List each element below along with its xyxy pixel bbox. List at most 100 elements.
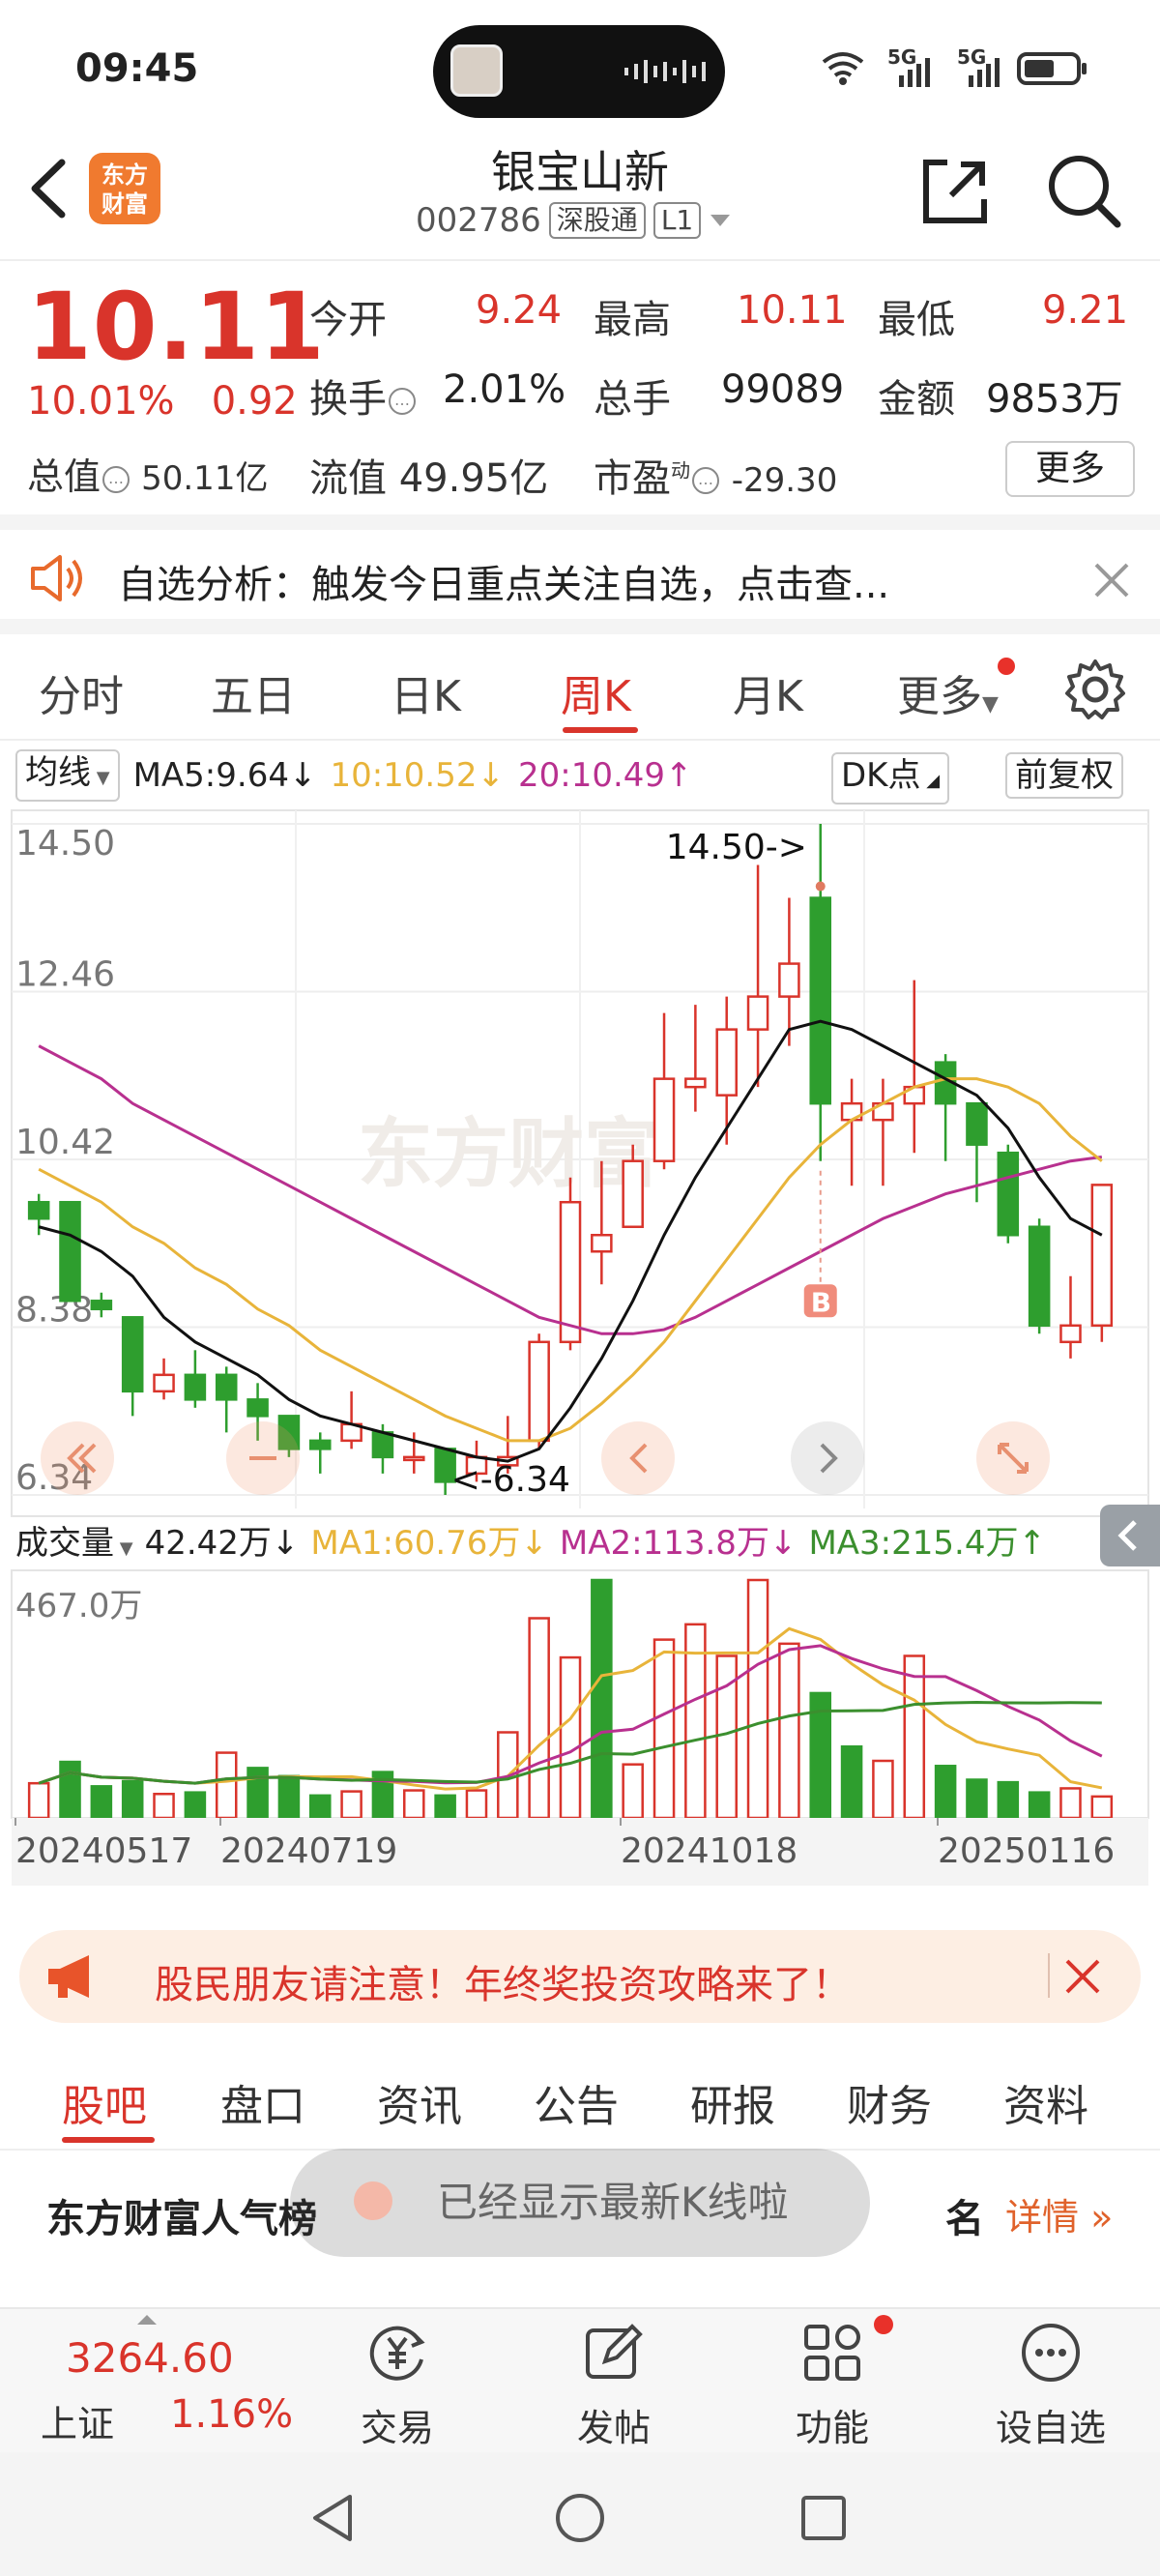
- index-name[interactable]: 上证: [41, 2394, 114, 2447]
- info-icon[interactable]: …: [692, 467, 719, 494]
- buy-marker-label: B: [811, 1286, 831, 1318]
- vma2-value: MA2:113.8万↓: [559, 1523, 798, 1563]
- tab-weekly-k[interactable]: 周K: [561, 661, 631, 723]
- tab-news[interactable]: 资讯: [377, 2071, 462, 2133]
- info-icon[interactable]: …: [102, 465, 130, 493]
- y-tick-label: 8.38: [15, 1291, 93, 1331]
- speaker-icon: [31, 555, 82, 601]
- expand-up-icon[interactable]: [135, 2313, 159, 2327]
- candle-body: [997, 1151, 1020, 1237]
- banner-text: 股民朋友请注意！年终奖投资攻略来了！: [155, 1963, 851, 2007]
- dk-point-selector[interactable]: DK点 ◢: [831, 752, 950, 805]
- settings-gear-icon[interactable]: [1063, 658, 1127, 721]
- edit-pen-icon: [586, 2324, 643, 2379]
- trade-yen-icon: [369, 2326, 425, 2381]
- collapse-panel-button[interactable]: [1100, 1505, 1160, 1566]
- open-value: 9.24: [476, 288, 563, 333]
- media-thumbnail: [450, 44, 503, 97]
- nav-functions[interactable]: 功能: [760, 2321, 905, 2449]
- volume-bar: [1059, 1787, 1082, 1820]
- system-home-icon[interactable]: [553, 2491, 607, 2545]
- tab-financials[interactable]: 财务: [847, 2071, 932, 2133]
- candle-body: [246, 1398, 269, 1418]
- ma-selector[interactable]: 均线 ▼: [15, 749, 120, 802]
- nav-post[interactable]: 发帖: [541, 2321, 686, 2449]
- share-icon[interactable]: [918, 155, 992, 228]
- tab-daily-k[interactable]: 日K: [391, 661, 461, 723]
- watermark: 东方财富: [358, 1111, 659, 1198]
- level-tag: L1: [652, 202, 702, 239]
- candle-body: [215, 1373, 238, 1401]
- tab-five-day[interactable]: 五日: [211, 661, 296, 723]
- y-tick-label: 14.50: [15, 824, 115, 864]
- alert-text: 自选分析：触发今日重点关注自选，点击查...: [118, 563, 890, 607]
- change-percent: 10.01%: [27, 379, 175, 424]
- system-back-icon[interactable]: [307, 2491, 358, 2545]
- x-axis-labels: 20240517 20240719 20241018 20250116: [12, 1818, 1148, 1886]
- info-icon[interactable]: …: [389, 388, 416, 415]
- candle-body: [559, 1200, 582, 1344]
- status-time: 09:45: [75, 46, 199, 91]
- scroll-right-button[interactable]: [791, 1421, 864, 1495]
- tab-more[interactable]: 更多▼: [897, 661, 999, 723]
- candle-body: [809, 896, 832, 1105]
- candle-body: [715, 1028, 738, 1097]
- index-value[interactable]: 3264.60: [66, 2334, 234, 2382]
- grid-apps-icon: [804, 2325, 860, 2381]
- nav-trade-label: 交易: [360, 2407, 434, 2449]
- search-icon[interactable]: [1044, 151, 1123, 230]
- kline-chart[interactable]: 东方财富 14.5012.4610.428.386.34 14.50-><-6.…: [0, 803, 1160, 1915]
- volume-bar: [872, 1759, 894, 1820]
- x-tick-label: 20240517: [15, 1831, 192, 1871]
- volume-bar: [403, 1789, 425, 1820]
- volume-bar: [1090, 1795, 1114, 1820]
- turnover-label: 换手…: [309, 367, 416, 424]
- ma5-value: MA5:9.64↓: [132, 756, 317, 795]
- volume-bar: [997, 1780, 1020, 1820]
- system-recents-icon[interactable]: [798, 2493, 849, 2543]
- nav-post-label: 发帖: [576, 2407, 651, 2449]
- nav-add-watchlist[interactable]: 设自选: [978, 2321, 1123, 2449]
- volume-selector[interactable]: 成交量 ▼: [15, 1516, 133, 1564]
- more-quote-button[interactable]: 更多: [1005, 441, 1135, 497]
- tab-monthly-k[interactable]: 月K: [733, 661, 803, 723]
- tab-forum[interactable]: 股吧: [62, 2071, 147, 2133]
- volume-value: 99089: [721, 367, 845, 412]
- active-tab-underline: [62, 2137, 155, 2143]
- amount-label: 金额: [878, 377, 955, 422]
- scroll-left-button[interactable]: [601, 1421, 675, 1495]
- dynamic-island[interactable]: [433, 25, 725, 118]
- low-label: 最低: [878, 298, 955, 342]
- volume-bar: [215, 1751, 238, 1820]
- volume-max-label: 467.0万: [15, 1587, 142, 1625]
- volume-bar: [591, 1578, 613, 1820]
- stock-code-row[interactable]: 002786 深股通 L1: [416, 201, 732, 240]
- megaphone-icon: [48, 1955, 89, 1998]
- tab-profile[interactable]: 资料: [1003, 2071, 1088, 2133]
- tab-intraday[interactable]: 分时: [39, 661, 124, 723]
- volume-bar: [434, 1794, 456, 1820]
- divider: [1048, 1953, 1050, 1998]
- rank-details-link[interactable]: 详情 »: [1005, 2187, 1113, 2240]
- candle-body: [1090, 1184, 1114, 1328]
- active-tab-underline: [563, 727, 638, 733]
- tab-research[interactable]: 研报: [690, 2071, 775, 2133]
- tab-announcements[interactable]: 公告: [534, 2071, 619, 2133]
- amount-value: 9853万: [986, 377, 1123, 422]
- close-icon[interactable]: [1092, 561, 1131, 600]
- index-change[interactable]: 1.16%: [170, 2392, 293, 2437]
- close-banner-icon[interactable]: [1063, 1957, 1102, 1996]
- volume-indicator-row: 成交量 ▼ 42.42万↓ MA1:60.76万↓ MA2:113.8万↓ MA…: [15, 1514, 1046, 1565]
- net-label-2: 5G: [957, 45, 986, 69]
- status-icons: 5G 5G: [822, 45, 1087, 87]
- volume-bar: [622, 1763, 644, 1820]
- candle-body: [966, 1101, 988, 1146]
- tab-order-book[interactable]: 盘口: [220, 2071, 305, 2133]
- volume-bar: [59, 1760, 81, 1820]
- x-tick-label: 20250116: [938, 1831, 1115, 1871]
- fast-back-button[interactable]: [41, 1421, 114, 1495]
- high-value: 10.11: [737, 288, 848, 333]
- price-adjust-selector[interactable]: 前复权: [1005, 752, 1123, 799]
- nav-trade[interactable]: 交易: [325, 2321, 470, 2449]
- candle-body: [1059, 1324, 1082, 1344]
